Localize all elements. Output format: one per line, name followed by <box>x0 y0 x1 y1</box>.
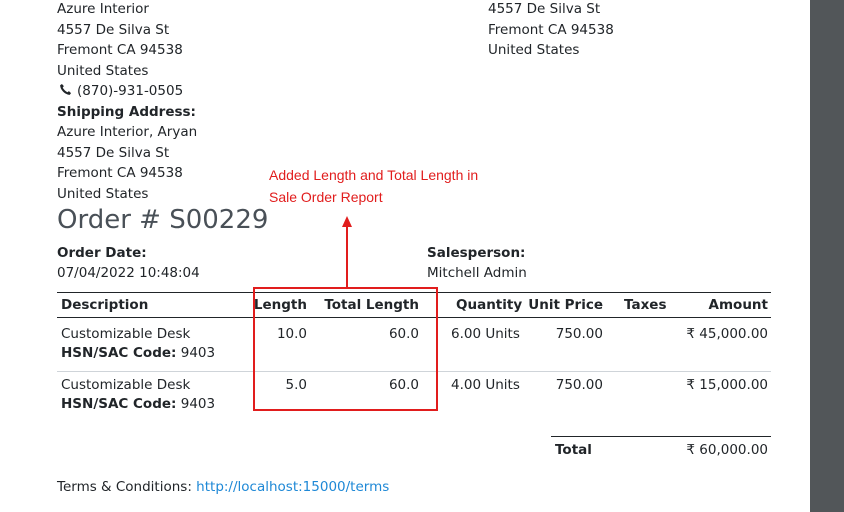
hsn-value: 9403 <box>176 396 216 412</box>
row-quantity: 6.00 Units <box>451 326 520 342</box>
row-product-name: Customizable Desk <box>61 326 191 342</box>
billing-name: Azure Interior <box>57 1 149 17</box>
row-amount: ₹ 45,000.00 <box>686 326 768 342</box>
order-title: Order # S00229 <box>57 205 269 235</box>
phone-icon <box>60 83 72 95</box>
hsn-label: HSN/SAC Code: <box>61 396 177 412</box>
billing-country: United States <box>57 63 149 79</box>
shipping-country: United States <box>57 186 149 202</box>
header-taxes: Taxes <box>624 297 667 313</box>
billing-street: 4557 De Silva St <box>57 22 170 38</box>
billing-phone: (870)-931-0505 <box>77 83 184 99</box>
order-date-value: 07/04/2022 10:48:04 <box>57 265 200 281</box>
row-amount: ₹ 15,000.00 <box>686 377 768 393</box>
company-country: United States <box>488 42 580 58</box>
hsn-value: 9403 <box>176 345 216 361</box>
row-quantity: 4.00 Units <box>451 377 520 393</box>
shipping-address-label: Shipping Address: <box>57 104 196 120</box>
row-hsn-code: HSN/SAC Code: 9403 <box>61 345 215 361</box>
header-unit-price: Unit Price <box>528 297 603 313</box>
terms-label: Terms & Conditions: <box>57 479 197 495</box>
header-description: Description <box>61 297 149 313</box>
total-top-border <box>551 436 771 437</box>
salesperson-value: Mitchell Admin <box>427 265 527 281</box>
header-quantity: Quantity <box>456 297 523 313</box>
hsn-label: HSN/SAC Code: <box>61 345 177 361</box>
annotation-line-2: Sale Order Report <box>269 189 383 205</box>
annotation-arrow <box>346 226 348 287</box>
shipping-name: Azure Interior, Aryan <box>57 124 198 140</box>
shipping-city: Fremont CA 94538 <box>57 165 183 181</box>
row-unit-price: 750.00 <box>555 326 603 342</box>
report-page: Azure Interior 4557 De Silva St Fremont … <box>0 0 810 512</box>
company-street: 4557 De Silva St <box>488 1 601 17</box>
annotation-highlight-box <box>253 287 438 411</box>
annotation-line-1: Added Length and Total Length in <box>269 167 479 183</box>
terms-conditions: Terms & Conditions: http://localhost:150… <box>57 479 389 495</box>
company-city: Fremont CA 94538 <box>488 22 614 38</box>
header-amount: Amount <box>708 297 768 313</box>
order-date-label: Order Date: <box>57 245 147 261</box>
billing-city: Fremont CA 94538 <box>57 42 183 58</box>
shipping-street: 4557 De Silva St <box>57 145 170 161</box>
row-product-name: Customizable Desk <box>61 377 191 393</box>
row-hsn-code: HSN/SAC Code: 9403 <box>61 396 215 412</box>
salesperson-label: Salesperson: <box>427 245 526 261</box>
terms-link[interactable]: http://localhost:15000/terms <box>196 479 389 495</box>
total-value: ₹ 60,000.00 <box>686 442 768 458</box>
total-label: Total <box>555 442 592 458</box>
row-unit-price: 750.00 <box>555 377 603 393</box>
